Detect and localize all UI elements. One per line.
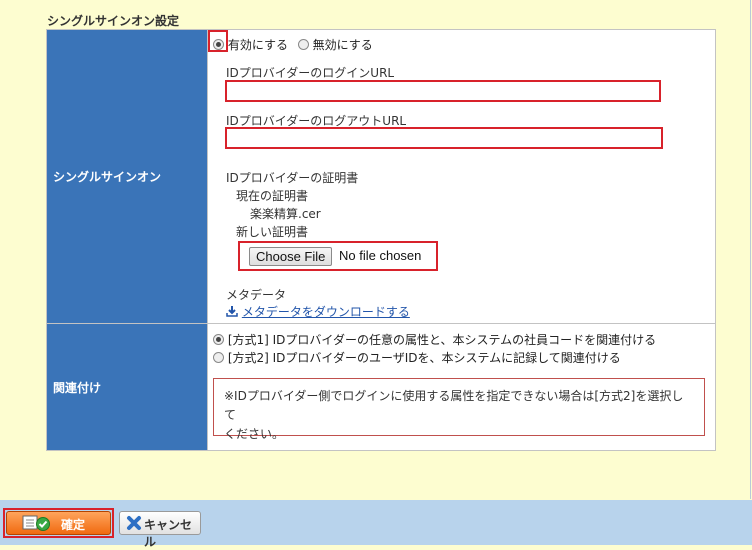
current-cert-file: 楽楽精算.cer	[250, 207, 321, 221]
mapping-cell: [方式1] IDプロバイダーの任意の属性と、本システムの社員コードを関連付ける …	[207, 323, 716, 451]
mapping-label: 関連付け	[46, 323, 208, 451]
mapping-note: ※IDプロバイダー側でログインに使用する属性を指定できない場合は[方式2]を選択…	[213, 378, 705, 441]
mapping-option1-label[interactable]: [方式1] IDプロバイダーの任意の属性と、本システムの社員コードを関連付ける	[228, 333, 656, 347]
sso-settings-cell: 有効にする 無効にする IDプロバイダーのログインURL IDプロバイダーのログ…	[207, 29, 716, 324]
file-upload: Choose File No file chosen	[238, 241, 438, 271]
metadata-label: メタデータ	[226, 288, 287, 302]
mapping-option2-label[interactable]: [方式2] IDプロバイダーのユーザIDを、本システムに記録して関連付ける	[228, 351, 621, 365]
metadata-download[interactable]: メタデータをダウンロードする	[226, 303, 410, 320]
confirm-icon	[22, 515, 50, 531]
enable-radio-row: 有効にする 無効にする	[213, 36, 373, 53]
note-line-2: ください。	[224, 427, 285, 441]
logout-url-input[interactable]	[225, 127, 663, 149]
choose-file-button[interactable]: Choose File	[249, 247, 333, 266]
settings-table: シングルサインオン 有効にする 無効にする IDプロバイダーのログインURL I…	[46, 29, 716, 451]
enable-radio-label[interactable]: 有効にする	[228, 38, 288, 52]
disable-radio-label[interactable]: 無効にする	[313, 38, 373, 52]
confirm-button[interactable]: 確定	[6, 511, 111, 535]
file-status: No file chosen	[339, 248, 422, 263]
metadata-download-link[interactable]: メタデータをダウンロードする	[242, 305, 410, 319]
mapping-option1-radio[interactable]	[213, 334, 224, 345]
mapping-option2[interactable]: [方式2] IDプロバイダーのユーザIDを、本システムに記録して関連付ける	[213, 349, 621, 366]
new-cert-label: 新しい証明書	[236, 225, 309, 239]
settings-panel: シングルサインオン設定 シングルサインオン 有効にする 無効にする IDプロバイ…	[0, 0, 751, 499]
disable-radio[interactable]	[297, 39, 309, 50]
mapping-option2-radio[interactable]	[213, 352, 224, 363]
note-line-1: ※IDプロバイダー側でログインに使用する属性を指定できない場合は[方式2]を選択…	[224, 389, 684, 422]
sso-label: シングルサインオン	[46, 29, 208, 324]
download-icon	[226, 306, 238, 317]
enable-radio[interactable]	[213, 39, 224, 50]
login-url-input[interactable]	[225, 80, 661, 102]
cert-heading: IDプロバイダーの証明書	[226, 171, 359, 185]
mapping-option1[interactable]: [方式1] IDプロバイダーの任意の属性と、本システムの社員コードを関連付ける	[213, 331, 656, 348]
current-cert-label: 現在の証明書	[236, 189, 309, 203]
close-icon	[127, 516, 141, 530]
login-url-label: IDプロバイダーのログインURL	[226, 66, 395, 80]
cancel-button[interactable]: キャンセル	[119, 511, 201, 549]
confirm-label: 確定	[61, 518, 86, 532]
footer-bar: 確定 キャンセル	[0, 500, 752, 549]
section-title: シングルサインオン設定	[47, 14, 180, 28]
